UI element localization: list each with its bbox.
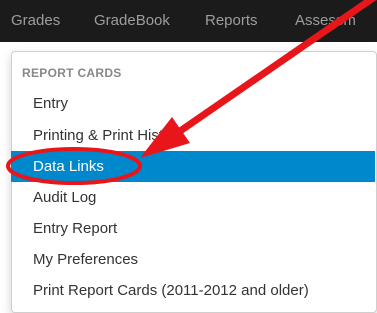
menu-item-entry-report[interactable]: Entry Report <box>11 213 375 244</box>
menu-item-print-report-cards-older[interactable]: Print Report Cards (2011-2012 and older) <box>11 275 375 306</box>
menu-item-my-preferences[interactable]: My Preferences <box>11 244 375 275</box>
nav-tab-reports[interactable]: Reports <box>205 0 258 42</box>
menu-item-audit-log[interactable]: Audit Log <box>11 182 375 213</box>
nav-tab-assessments[interactable]: Assessm <box>295 0 356 42</box>
menu-item-printing-print-history[interactable]: Printing & Print History <box>11 120 375 151</box>
menu-section-header: REPORT CARDS <box>22 66 122 80</box>
nav-tab-grades[interactable]: Grades <box>11 0 60 42</box>
menu-item-entry[interactable]: Entry <box>11 88 375 119</box>
menu-item-label: Entry Report <box>33 220 118 237</box>
menu-item-label: Entry <box>33 95 69 112</box>
nav-tab-gradebook[interactable]: GradeBook <box>94 0 170 42</box>
menu-item-label: Print Report Cards (2011-2012 and older) <box>33 282 309 299</box>
menu-item-label: Printing & Print History <box>33 127 184 144</box>
menu-item-data-links[interactable]: Data Links <box>11 151 375 182</box>
menu-item-label: Audit Log <box>33 189 97 206</box>
menu-item-label: Data Links <box>33 158 104 175</box>
top-navbar: Grades GradeBook Reports Assessm <box>0 0 377 42</box>
menu-item-label: My Preferences <box>33 251 139 268</box>
